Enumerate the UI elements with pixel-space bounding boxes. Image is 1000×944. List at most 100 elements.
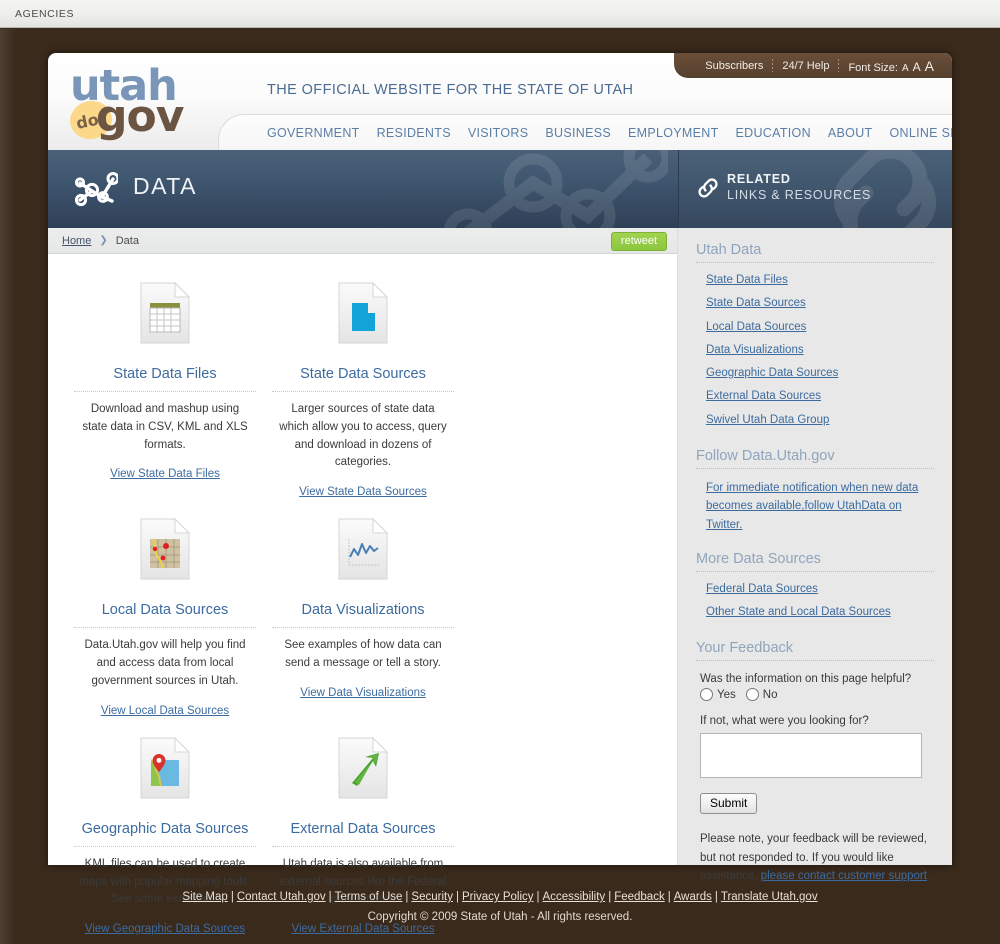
card-title[interactable]: Data Visualizations xyxy=(272,592,454,629)
card-local-data-sources: Local Data Sources Data.Utah.gov will hel… xyxy=(66,506,264,717)
agencies-label[interactable]: AGENCIES xyxy=(15,8,74,20)
card-title[interactable]: Geographic Data Sources xyxy=(74,811,256,847)
retweet-button[interactable]: retweet xyxy=(610,232,667,251)
sidebar-link-data-visualizations[interactable]: Data Visualizations xyxy=(696,339,934,362)
sidebar-link-other-state-and-local-data-sources[interactable]: Other State and Local Data Sources xyxy=(696,601,934,624)
sidebar-heading-more-sources: More Data Sources xyxy=(696,551,934,572)
sidebar-link-state-data-sources[interactable]: State Data Sources xyxy=(696,292,934,315)
sidebar-heading-feedback: Your Feedback xyxy=(696,640,934,662)
feedback-yes-label[interactable]: Yes xyxy=(717,689,736,701)
footer-link-accessibility[interactable]: Accessibility xyxy=(543,891,606,903)
sidebar-link-state-data-files[interactable]: State Data Files xyxy=(696,269,934,292)
footer-link-security[interactable]: Security xyxy=(411,891,453,903)
utah-shape-file-icon xyxy=(272,270,454,356)
footer-link-site-map[interactable]: Site Map xyxy=(182,891,227,903)
footer-link-awards[interactable]: Awards xyxy=(674,891,712,903)
feedback-question: Was the information on this page helpful… xyxy=(700,673,912,686)
related-banner: RELATED LINKS & RESOURCES xyxy=(678,150,952,228)
main-navigation: GOVERNMENT RESIDENTS VISITORS BUSINESS EMPLO… xyxy=(218,114,952,150)
card-view-link[interactable]: View State Data Sources xyxy=(272,472,454,498)
sidebar-heading-follow: Follow Data.Utah.gov xyxy=(696,448,934,469)
sidebar-twitter-link[interactable]: For immediate notification when new data… xyxy=(696,475,934,535)
font-size-medium-button[interactable]: A xyxy=(913,60,921,74)
footer-separator: | xyxy=(667,891,671,903)
footer-separator: | xyxy=(455,891,459,903)
feedback-no-radio[interactable] xyxy=(745,688,759,702)
nav-item-business[interactable]: BUSINESS xyxy=(545,126,611,140)
feedback-question-2: If not, what were you looking for? xyxy=(700,715,869,728)
sidebar-link-geographic-data-sources[interactable]: Geographic Data Sources xyxy=(696,362,934,385)
sidebar-more-sources-links: Federal Data Sources Other State and Loca… xyxy=(696,578,934,625)
feedback-yes-radio[interactable] xyxy=(700,688,713,702)
card-description: See examples of how data can send a mess… xyxy=(284,639,442,670)
main-content: Home ❯ Data retweet State Data Files Down… xyxy=(48,228,678,935)
utah-gov-logo[interactable]: utah dot gov xyxy=(66,65,196,143)
card-view-link[interactable]: View Local Data Sources xyxy=(74,691,256,717)
site-header: Subscribers 24/7 Help Font Size: A A A u… xyxy=(48,53,952,150)
nav-item-employment[interactable]: EMPLOYMENT xyxy=(628,126,719,140)
feedback-radio-group: Yes No xyxy=(696,688,934,702)
font-size-small-button[interactable]: A xyxy=(902,63,909,74)
line-chart-file-icon xyxy=(272,506,454,592)
body-row: Home ❯ Data retweet State Data Files Down… xyxy=(48,228,952,935)
sidebar-link-local-data-sources[interactable]: Local Data Sources xyxy=(696,316,934,339)
footer-separator: | xyxy=(328,891,332,903)
sidebar-heading-utah-data: Utah Data xyxy=(696,242,934,263)
font-size-control: Font Size: A A A xyxy=(839,58,934,74)
footer-link-privacy-policy[interactable]: Privacy Policy xyxy=(462,891,534,903)
footer-links: Site Map | Contact Utah.gov | Terms of Use | S… xyxy=(0,891,1000,903)
feedback-no-label[interactable]: No xyxy=(763,689,778,701)
feedback-submit-button[interactable]: Submit xyxy=(700,793,758,815)
card-title[interactable]: State Data Files xyxy=(74,356,256,392)
data-network-watermark-icon xyxy=(438,150,673,228)
nav-item-education[interactable]: EDUCATION xyxy=(736,126,811,140)
customer-support-link[interactable]: please contact customer support xyxy=(761,870,927,882)
agencies-bar: AGENCIES xyxy=(0,0,1000,28)
section-banner-row: DATA RELATED LINKS & RESOURCES xyxy=(48,150,952,228)
sidebar-link-external-data-sources[interactable]: External Data Sources xyxy=(696,385,934,408)
footer-copyright: Copyright © 2009 State of Utah - All rig… xyxy=(367,911,633,923)
logo-gov-text: gov xyxy=(96,91,184,142)
help-link[interactable]: 24/7 Help xyxy=(773,60,838,72)
footer-link-terms-of-use[interactable]: Terms of Use xyxy=(335,891,403,903)
data-section-banner: DATA xyxy=(48,150,678,228)
nav-item-residents[interactable]: RESIDENTS xyxy=(377,126,451,140)
related-title-line2: LINKS & RESOURCES xyxy=(727,188,872,202)
sidebar-utah-data-links: State Data Files State Data Sources Local … xyxy=(696,269,934,432)
card-data-visualizations: Data Visualizations See examples of how d… xyxy=(264,506,462,716)
spreadsheet-file-icon xyxy=(74,270,256,356)
card-title[interactable]: Local Data Sources xyxy=(74,592,256,629)
section-title: DATA xyxy=(133,173,197,199)
sidebar-link-swivel-utah-data-group[interactable]: Swivel Utah Data Group xyxy=(696,409,934,432)
font-size-large-button[interactable]: A xyxy=(925,58,934,74)
external-arrow-file-icon xyxy=(272,725,454,811)
data-category-cards: State Data Files Download and mashup usin… xyxy=(48,254,677,943)
nav-item-online-services[interactable]: ONLINE SERVICES xyxy=(889,126,952,140)
footer-link-feedback[interactable]: Feedback xyxy=(614,891,665,903)
breadcrumb-current: Data xyxy=(115,234,139,247)
footer-link-contact-utah-gov[interactable]: Contact Utah.gov xyxy=(237,891,326,903)
sidebar-link-federal-data-sources[interactable]: Federal Data Sources xyxy=(696,578,934,601)
subscribers-link[interactable]: Subscribers xyxy=(696,60,772,72)
nav-item-visitors[interactable]: VISITORS xyxy=(468,126,529,140)
breadcrumb-home-link[interactable]: Home xyxy=(62,235,91,247)
card-title[interactable]: External Data Sources xyxy=(272,811,454,847)
card-title[interactable]: State Data Sources xyxy=(272,356,454,392)
nav-item-government[interactable]: GOVERNMENT xyxy=(267,126,360,140)
feedback-note-period: . xyxy=(926,870,931,883)
site-container: Subscribers 24/7 Help Font Size: A A A u… xyxy=(48,53,952,935)
feedback-textarea[interactable] xyxy=(700,733,922,779)
footer-separator: | xyxy=(230,891,234,903)
card-description: Larger sources of state data which allow… xyxy=(279,403,447,469)
page-frame: Subscribers 24/7 Help Font Size: A A A u… xyxy=(0,29,1000,944)
site-tagline: THE OFFICIAL WEBSITE FOR THE STATE OF UT… xyxy=(267,82,634,98)
nav-item-about[interactable]: ABOUT xyxy=(828,126,873,140)
card-view-link[interactable]: View State Data Files xyxy=(74,454,256,480)
link-chain-icon xyxy=(697,176,719,205)
feedback-note: Please note, your feedback will be revie… xyxy=(696,814,934,886)
utility-bar: Subscribers 24/7 Help Font Size: A A A xyxy=(674,53,952,78)
footer-link-translate-utah-gov[interactable]: Translate Utah.gov xyxy=(721,891,818,903)
card-view-link[interactable]: View Data Visualizations xyxy=(272,673,454,699)
site-footer: Site Map | Contact Utah.gov | Terms of Use | S… xyxy=(0,891,1000,923)
card-state-data-files: State Data Files Download and mashup usin… xyxy=(66,270,264,498)
